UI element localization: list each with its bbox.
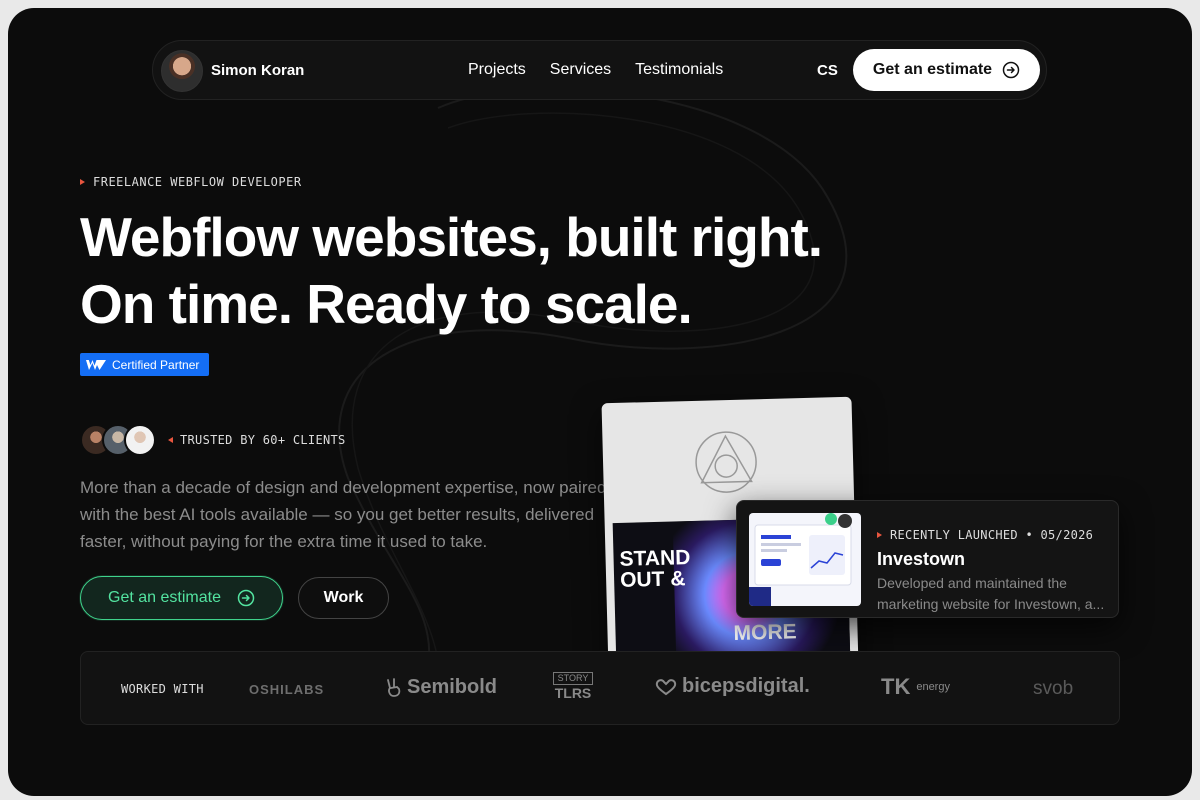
hero-eyebrow: FREELANCE WEBFLOW DEVELOPER	[80, 175, 302, 189]
tlrs-wordmark: TLRS	[554, 685, 592, 701]
recent-project-eyebrow-text: RECENTLY LAUNCHED • 05/2026	[890, 528, 1094, 542]
recent-project-eyebrow: RECENTLY LAUNCHED • 05/2026	[877, 528, 1093, 542]
nav-cta-label: Get an estimate	[872, 61, 993, 78]
headline-line-1: Webflow websites, built right.	[80, 206, 823, 268]
hero-description: More than a decade of design and develop…	[80, 478, 607, 551]
client-logo-svob: svob	[1033, 678, 1074, 699]
avatar[interactable]	[161, 50, 203, 92]
secondary-button-label: Work	[323, 589, 364, 606]
poster-line-3: MORE	[733, 620, 797, 645]
client-logo-tk-energy: TK energy	[881, 674, 950, 700]
tk-wordmark: TK	[881, 674, 911, 699]
recent-project-title: Investown	[877, 549, 966, 569]
nav-links: Projects Services Testimonials	[468, 61, 723, 79]
triangle-bullet-icon	[168, 437, 173, 443]
hero-eyebrow-text: FREELANCE WEBFLOW DEVELOPER	[93, 175, 302, 189]
poster-text: STAND OUT &	[619, 546, 691, 592]
webflow-certified-badge: Certified Partner	[80, 353, 209, 376]
client-logo-oshilabs: OSHILABS	[249, 682, 325, 697]
client-avatar	[124, 424, 156, 456]
poster-line-2: OUT &	[619, 567, 686, 592]
arrow-circle-icon	[237, 589, 255, 607]
webflow-logo-icon	[86, 359, 106, 370]
arrow-circle-icon	[1002, 61, 1020, 79]
heart-icon	[655, 678, 677, 695]
hero-work-button[interactable]: Work	[298, 577, 389, 619]
semibold-wordmark: Semibold	[407, 676, 498, 698]
trusted-by-text: TRUSTED BY 60+ CLIENTS	[180, 433, 346, 447]
project-thumbnail	[749, 513, 861, 606]
recent-project-description: Developed and maintained the marketing w…	[877, 573, 1109, 615]
language-switch[interactable]: CS	[817, 62, 838, 79]
client-logo-semibold: Semibold	[385, 676, 497, 699]
worked-with-logos-strip: WORKED WITH OSHILABS Semibold STORY TLRS…	[80, 651, 1120, 725]
nav-link-projects[interactable]: Projects	[468, 61, 526, 79]
client-logo-bicepsdigital: bicepsdigital.	[655, 675, 810, 698]
hero-headline: Webflow websites, built right. On time. …	[80, 204, 823, 338]
recent-project-desc-line-1: Developed and maintained the	[877, 575, 1067, 591]
project-thumbnail-art	[749, 513, 852, 606]
worked-with-label: WORKED WITH	[121, 682, 204, 696]
site-owner-name[interactable]: Simon Koran	[211, 62, 304, 79]
nav-get-estimate-button[interactable]: Get an estimate	[853, 49, 1040, 91]
story-wordmark: STORY	[553, 672, 593, 685]
biceps-wordmark: bicepsdigital.	[682, 675, 810, 697]
headline-line-2: On time. Ready to scale.	[80, 273, 693, 335]
recent-project-desc-line-2: marketing website for Investown, a...	[877, 596, 1105, 612]
triangle-bullet-icon	[80, 179, 85, 185]
primary-button-label: Get an estimate	[108, 589, 221, 606]
badge-label: Certified Partner	[112, 357, 200, 372]
nav-link-services[interactable]: Services	[550, 61, 611, 79]
recent-project-card[interactable]: RECENTLY LAUNCHED • 05/2026 Investown De…	[736, 500, 1119, 618]
energy-wordmark: energy	[916, 681, 950, 693]
page-frame: Simon Koran Projects Services Testimonia…	[8, 8, 1192, 796]
nav-link-testimonials[interactable]: Testimonials	[635, 61, 723, 79]
client-logo-storytlrs: STORY TLRS	[553, 672, 593, 701]
trusted-by-label: TRUSTED BY 60+ CLIENTS	[168, 433, 346, 447]
top-navigation: Simon Koran Projects Services Testimonia…	[152, 40, 1047, 100]
trusted-by-row: TRUSTED BY 60+ CLIENTS	[80, 424, 346, 456]
triangle-bullet-icon	[877, 532, 882, 538]
triangle-circle-logo-icon	[695, 431, 757, 493]
hand-peace-icon	[387, 677, 401, 697]
hero-get-estimate-button[interactable]: Get an estimate	[80, 576, 283, 620]
